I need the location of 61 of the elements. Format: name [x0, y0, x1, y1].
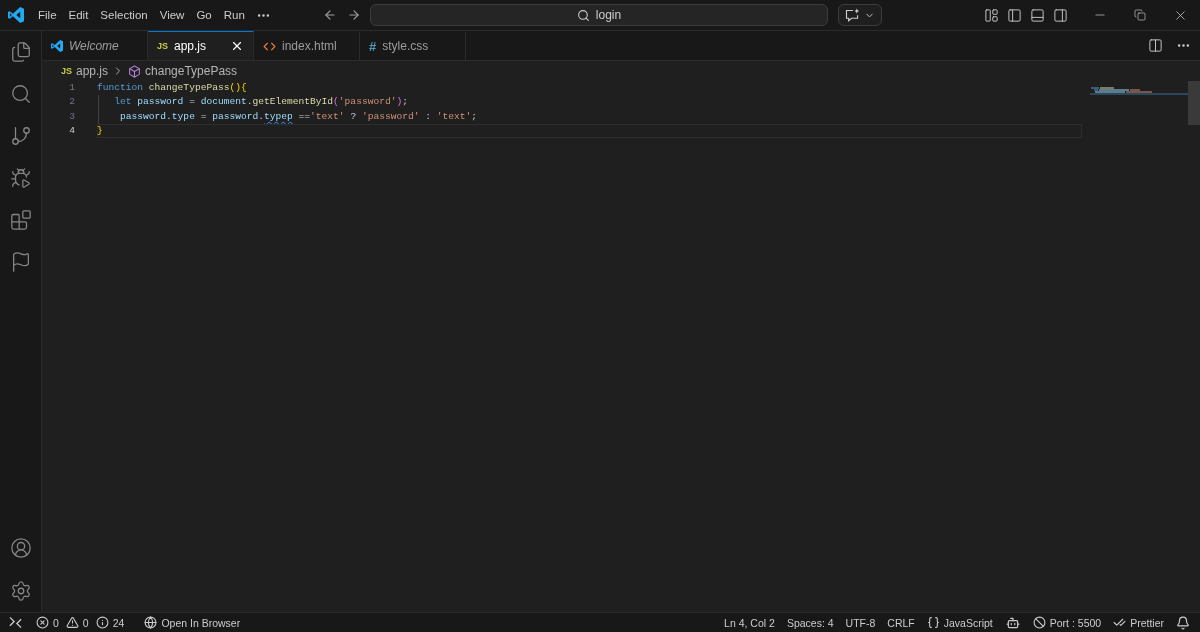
braces-icon: [926, 616, 940, 629]
search-icon: [576, 8, 590, 22]
prettier-button[interactable]: Prettier: [1107, 613, 1170, 632]
chat-button[interactable]: [838, 4, 882, 26]
error-icon: [36, 616, 49, 629]
double-check-icon: [1113, 616, 1127, 629]
line-number: 4: [68, 123, 75, 138]
encoding-setting[interactable]: UTF-8: [839, 613, 882, 632]
menu-item[interactable]: View: [153, 4, 191, 26]
scrollbar-thumb[interactable]: [1188, 81, 1200, 125]
language-mode-button[interactable]: JavaScript: [920, 613, 999, 632]
hash-file-icon: #: [369, 39, 377, 53]
editor-tab[interactable]: JS app.js: [148, 31, 254, 60]
code-line: let password = document.getElementById('password');: [113, 95, 408, 110]
code-line: }: [97, 123, 103, 138]
blocks-icon[interactable]: [9, 209, 32, 231]
js-file-icon: JS: [61, 66, 72, 76]
line-number: 2: [68, 95, 75, 110]
layout-icon[interactable]: [984, 7, 999, 23]
globe-icon: [144, 616, 158, 629]
restore-icon[interactable]: [1134, 9, 1146, 21]
open-in-browser-button[interactable]: Open In Browser: [138, 613, 247, 632]
close-icon[interactable]: [230, 39, 244, 53]
panel-right-icon[interactable]: [1053, 7, 1068, 23]
prohibited-icon: [1032, 616, 1046, 629]
code-line: function changeTypePass(){: [97, 81, 247, 95]
files-icon[interactable]: [9, 41, 32, 63]
panel-bottom-icon[interactable]: [1030, 7, 1045, 23]
settings-icon[interactable]: [9, 579, 32, 602]
branch-icon[interactable]: [9, 125, 32, 147]
line-number: 1: [68, 81, 75, 95]
search-icon[interactable]: [9, 83, 32, 105]
split-editor-icon[interactable]: [1147, 38, 1163, 53]
menu-item[interactable]: File: [32, 4, 63, 26]
breadcrumb-item[interactable]: changeTypePass: [145, 64, 238, 78]
user-circle-icon[interactable]: [9, 536, 32, 559]
code-line: password.type = password.typep =='text' ? 'password' : 'text';: [119, 109, 478, 124]
menu-item[interactable]: Go: [190, 4, 218, 26]
warning-icon: [65, 616, 79, 629]
robot-icon[interactable]: [1005, 615, 1020, 630]
command-center[interactable]: login: [370, 4, 828, 26]
line-ending-setting[interactable]: CRLF: [881, 613, 921, 632]
panel-left-icon[interactable]: [1007, 7, 1022, 23]
app-logo-icon: [8, 7, 24, 23]
problems-button[interactable]: 0 0 24: [30, 613, 131, 632]
info-icon: [95, 616, 109, 629]
app-logo-icon: [51, 40, 63, 52]
menu-item[interactable]: Edit: [62, 4, 95, 26]
menu-item[interactable]: Selection: [94, 4, 154, 26]
chevrons-icon[interactable]: [8, 616, 22, 629]
line-number: 3: [68, 109, 75, 124]
cursor-position[interactable]: Ln 4, Col 2: [718, 613, 781, 632]
menu-item[interactable]: Run: [217, 4, 251, 26]
bell-icon[interactable]: [1176, 615, 1190, 630]
chat-sparkle-icon: [845, 7, 860, 23]
indentation-setting[interactable]: Spaces: 4: [780, 613, 840, 632]
js-file-icon: JS: [157, 41, 168, 51]
breadcrumb-item[interactable]: app.js: [76, 64, 109, 78]
cube-icon: [128, 64, 142, 78]
port-button[interactable]: Port : 5500: [1026, 613, 1108, 632]
bug-play-icon[interactable]: [9, 167, 32, 189]
